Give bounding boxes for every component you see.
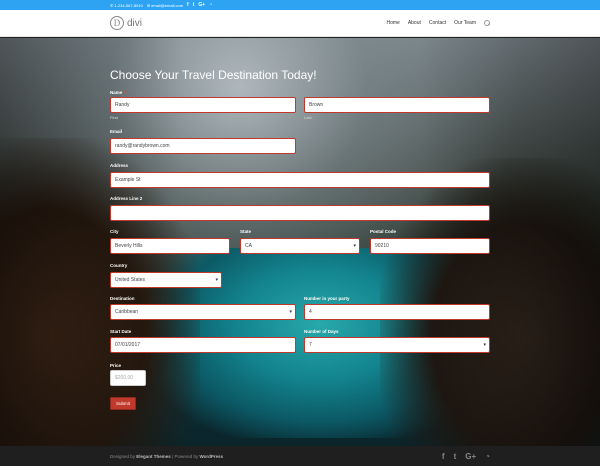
google-plus-icon[interactable]: G+ bbox=[465, 452, 476, 461]
price-field: $200.00 bbox=[110, 370, 146, 386]
country-select[interactable]: United States bbox=[110, 272, 222, 288]
country-label: Country bbox=[110, 263, 128, 268]
city-label: City bbox=[110, 229, 119, 234]
party-size-label: Number in your party bbox=[304, 296, 350, 301]
destination-select[interactable]: Caribbean bbox=[110, 304, 296, 320]
email-label: Email bbox=[110, 129, 123, 134]
site-footer: Designed by Elegant Themes | Powered by … bbox=[0, 446, 600, 466]
days-select[interactable]: 7 bbox=[304, 337, 490, 353]
submit-button[interactable]: Submit bbox=[110, 397, 136, 410]
price-label: Price bbox=[110, 363, 122, 368]
city-input[interactable]: Beverly Hills bbox=[110, 238, 230, 254]
phone-info: ✆ 1-234-567-8910 bbox=[110, 3, 143, 8]
facebook-icon[interactable]: f bbox=[442, 452, 445, 461]
logo-text: divi bbox=[127, 17, 143, 29]
google-plus-icon[interactable]: G+ bbox=[198, 2, 205, 8]
nav-our-team[interactable]: Our Team bbox=[454, 20, 476, 26]
address2-input[interactable] bbox=[110, 205, 490, 221]
last-sublabel: Last bbox=[304, 115, 312, 120]
party-size-input[interactable]: 4 bbox=[304, 304, 490, 320]
nav-about[interactable]: About bbox=[408, 20, 421, 26]
email-text[interactable]: email@email.com bbox=[151, 3, 183, 8]
rss-icon[interactable]: ◔ bbox=[485, 452, 490, 461]
address2-label: Address Line 2 bbox=[110, 196, 143, 201]
address-input[interactable]: Example St bbox=[110, 172, 490, 188]
nav-contact[interactable]: Contact bbox=[429, 20, 446, 26]
start-date-label: Start Date bbox=[110, 329, 132, 334]
elegant-themes-link[interactable]: Elegant Themes bbox=[136, 454, 171, 459]
twitter-icon[interactable]: t bbox=[454, 452, 457, 461]
footer-social: f t G+ ◔ bbox=[442, 452, 490, 461]
postal-code-input[interactable]: 90210 bbox=[370, 238, 490, 254]
twitter-icon[interactable]: t bbox=[193, 2, 195, 8]
top-bar: ✆ 1-234-567-8910 ✉ email@email.com f t G+ … bbox=[0, 0, 600, 10]
phone-text: 1-234-567-8910 bbox=[114, 2, 143, 8]
start-date-input[interactable]: 07/01/2017 bbox=[110, 337, 296, 353]
state-label: State bbox=[240, 229, 252, 234]
email-info[interactable]: ✉ email@email.com bbox=[147, 3, 183, 8]
form-title: Choose Your Travel Destination Today! bbox=[110, 68, 317, 82]
logo[interactable]: D divi bbox=[110, 16, 142, 30]
last-name-input[interactable]: Brown bbox=[304, 97, 490, 113]
state-select[interactable]: CA bbox=[240, 238, 360, 254]
first-name-input[interactable]: Randy bbox=[110, 97, 296, 113]
search-icon[interactable] bbox=[484, 20, 490, 26]
logo-mark: D bbox=[110, 16, 124, 30]
nav-home[interactable]: Home bbox=[386, 20, 399, 26]
email-icon: ✉ bbox=[146, 2, 151, 8]
rss-icon[interactable]: ◔ bbox=[209, 2, 212, 8]
first-sublabel: First bbox=[110, 115, 118, 120]
wordpress-link[interactable]: WordPress bbox=[199, 454, 223, 459]
phone-icon: ✆ bbox=[110, 2, 114, 8]
days-label: Number of Days bbox=[304, 329, 339, 334]
site-header: D divi Home About Contact Our Team bbox=[0, 10, 600, 37]
postal-code-label: Postal Code bbox=[370, 229, 397, 234]
address-label: Address bbox=[110, 163, 129, 168]
destination-label: Destination bbox=[110, 296, 135, 301]
email-input[interactable]: randy@randybrown.com bbox=[110, 138, 296, 154]
main-nav: Home About Contact Our Team bbox=[386, 20, 490, 26]
name-label: Name * bbox=[110, 90, 126, 95]
facebook-icon[interactable]: f bbox=[187, 2, 189, 8]
footer-credit: Designed by Elegant Themes | Powered by … bbox=[110, 453, 224, 459]
